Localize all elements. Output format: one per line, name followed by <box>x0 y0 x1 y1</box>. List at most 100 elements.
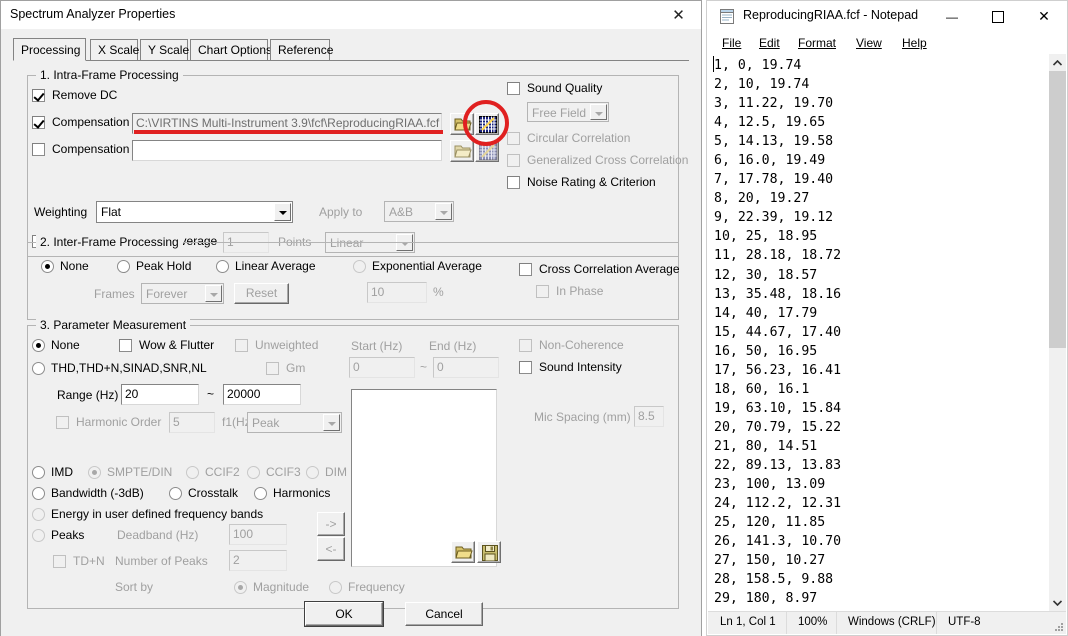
radio-exponential-average[interactable] <box>353 260 366 273</box>
screen: Spectrum Analyzer Properties ✕ Processin… <box>0 0 1068 636</box>
input-end-hz[interactable]: 0 <box>433 357 499 378</box>
tab-reference[interactable]: Reference <box>270 39 330 60</box>
vertical-scrollbar[interactable] <box>1049 54 1066 611</box>
menu-view[interactable]: View <box>849 35 889 51</box>
status-zoom[interactable]: 100% <box>798 616 827 628</box>
radio-thd[interactable] <box>32 362 45 375</box>
checkbox-remove-dc[interactable] <box>32 89 45 102</box>
checkbox-sound-intensity[interactable] <box>519 361 532 374</box>
tab-x-scale-label: X Scale <box>98 43 139 57</box>
checkbox-unweighted[interactable] <box>235 339 248 352</box>
menu-help[interactable]: Help <box>895 35 934 51</box>
radio-linear-average[interactable] <box>216 260 229 273</box>
status-divider-3 <box>936 612 937 634</box>
combo-f1[interactable]: Peak <box>247 412 342 433</box>
scroll-down-icon[interactable] <box>1049 594 1066 611</box>
tab-underline <box>13 60 689 61</box>
tab-processing[interactable]: Processing <box>13 38 86 61</box>
checkbox-circular-correlation[interactable] <box>507 132 520 145</box>
scrollbar-thumb[interactable] <box>1049 71 1066 348</box>
radio-peaks[interactable] <box>32 529 45 542</box>
chevron-down-icon[interactable] <box>274 203 291 221</box>
close-icon[interactable]: ✕ <box>1021 1 1067 32</box>
chevron-down-icon[interactable] <box>323 414 340 431</box>
checkbox-noise-rating[interactable] <box>507 176 520 189</box>
input-mic-spacing[interactable]: 8.5 <box>634 406 664 427</box>
radio-none-inter-frame[interactable] <box>41 260 54 273</box>
grid-edit-icon <box>479 116 497 133</box>
radio-crosstalk[interactable] <box>169 487 182 500</box>
ok-button[interactable]: OK <box>305 602 383 626</box>
input-range-low[interactable]: 20 <box>121 384 199 405</box>
bands-open-icon-button[interactable] <box>451 541 475 563</box>
label-peaks: Peaks <box>51 528 84 542</box>
checkbox-gm[interactable] <box>266 362 279 375</box>
radio-ccif2[interactable] <box>186 466 199 479</box>
maximize-icon[interactable] <box>975 1 1021 32</box>
input-compensation-1-path[interactable]: C:\VIRTINS Multi-Instrument 3.9\fcf\Repr… <box>132 113 442 134</box>
checkbox-compensation-2[interactable] <box>32 143 45 156</box>
input-exponential-percent[interactable]: 10 <box>367 282 427 303</box>
move-right-button[interactable]: -> <box>317 512 345 536</box>
chevron-down-icon[interactable] <box>205 285 222 302</box>
compensation-1-edit-icon-button[interactable] <box>475 113 499 135</box>
label-harmonics: Harmonics <box>273 486 330 500</box>
radio-ccif3[interactable] <box>247 466 260 479</box>
combo-sound-field[interactable]: Free Field <box>527 102 609 122</box>
checkbox-compensation-1[interactable] <box>32 116 45 129</box>
checkbox-wow-flutter[interactable] <box>119 339 132 352</box>
input-start-hz[interactable]: 0 <box>349 357 415 378</box>
close-icon[interactable]: ✕ <box>656 1 701 29</box>
combo-apply-to[interactable]: A&B <box>384 201 454 222</box>
notepad-titlebar: ReproducingRIAA.fcf - Notepad — ✕ <box>707 1 1067 32</box>
tab-x-scale[interactable]: X Scale <box>90 39 138 60</box>
reset-button[interactable]: Reset <box>234 283 289 304</box>
compensation-2-open-icon-button[interactable] <box>450 140 474 162</box>
radio-dim[interactable] <box>306 466 319 479</box>
label-none-inter-frame: None <box>60 259 89 273</box>
checkbox-generalized-cross-correlation[interactable] <box>507 154 520 167</box>
radio-smpte-din[interactable] <box>88 466 101 479</box>
scroll-up-icon[interactable] <box>1049 54 1066 71</box>
cancel-button[interactable]: Cancel <box>405 602 483 626</box>
radio-peak-hold[interactable] <box>117 260 130 273</box>
input-range-high[interactable]: 20000 <box>223 384 301 405</box>
move-left-button[interactable]: <- <box>317 537 345 561</box>
combo-frames[interactable]: Forever <box>141 283 224 304</box>
tab-y-scale[interactable]: Y Scale <box>140 39 188 60</box>
tab-chart-options[interactable]: Chart Options <box>190 39 268 60</box>
bands-save-icon-button[interactable] <box>477 541 501 563</box>
checkbox-harmonic-order[interactable] <box>56 416 69 429</box>
checkbox-td-plus-n[interactable] <box>53 555 66 568</box>
minimize-icon[interactable]: — <box>929 1 975 32</box>
checkbox-non-coherence[interactable] <box>519 339 532 352</box>
radio-bandwidth[interactable] <box>32 487 45 500</box>
radio-energy-bands[interactable] <box>32 508 45 521</box>
radio-sort-frequency[interactable] <box>329 581 342 594</box>
notepad-statusbar: Ln 1, Col 1 100% Windows (CRLF) UTF-8 <box>708 611 1066 634</box>
checkbox-in-phase[interactable] <box>536 285 549 298</box>
radio-harmonics[interactable] <box>254 487 267 500</box>
combo-weighting[interactable]: Flat <box>96 201 293 223</box>
status-line-endings: Windows (CRLF) <box>848 616 936 628</box>
checkbox-cross-correlation-average[interactable] <box>519 263 532 276</box>
folder-open-icon <box>455 544 473 560</box>
resize-grip-icon[interactable] <box>1055 623 1063 631</box>
radio-imd[interactable] <box>32 466 45 479</box>
compensation-2-edit-icon-button[interactable] <box>475 140 499 162</box>
input-number-of-peaks[interactable]: 2 <box>229 550 287 571</box>
input-harmonic-order[interactable]: 5 <box>169 412 215 433</box>
menu-edit[interactable]: Edit <box>752 35 787 51</box>
chevron-down-icon[interactable] <box>435 203 452 220</box>
radio-none-parameter[interactable] <box>32 339 45 352</box>
notepad-text-area[interactable]: 1, 0, 19.74 2, 10, 19.74 3, 11.22, 19.70… <box>708 54 1049 611</box>
menu-format[interactable]: Format <box>791 35 843 51</box>
chevron-down-icon[interactable] <box>590 104 607 120</box>
radio-sort-magnitude[interactable] <box>234 581 247 594</box>
menu-file[interactable]: File <box>715 35 748 51</box>
checkbox-sound-quality[interactable] <box>507 82 520 95</box>
frequency-bands-listbox[interactable] <box>351 389 497 567</box>
input-deadband[interactable]: 100 <box>229 524 287 545</box>
input-compensation-2-path[interactable] <box>132 140 442 161</box>
compensation-1-open-icon-button[interactable] <box>450 113 474 135</box>
